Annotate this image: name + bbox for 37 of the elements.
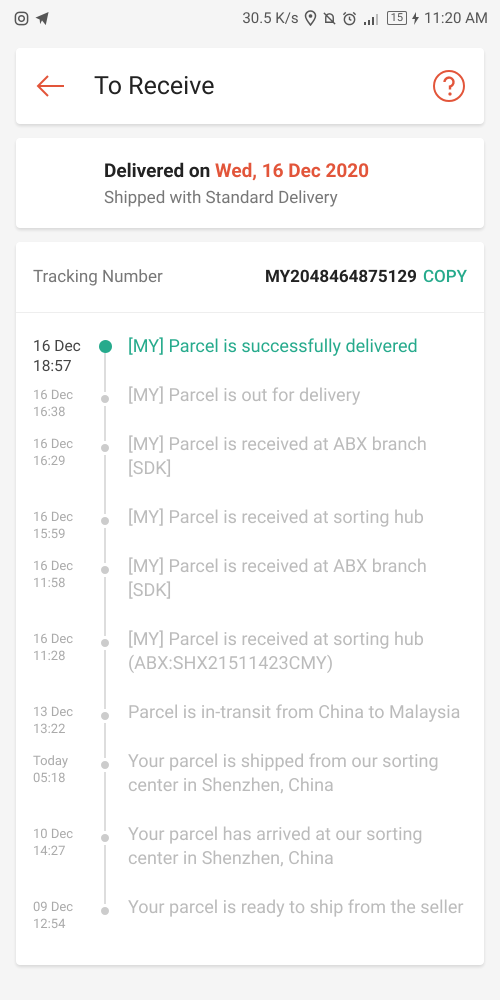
event-description: [MY] Parcel is received at sorting hub (ABX:SHX21511423CMY) — [128, 628, 425, 676]
event-timestamp: 16 Dec 18:57 — [33, 336, 82, 377]
alarm-icon — [342, 10, 357, 26]
page-title: To Receive — [94, 72, 216, 100]
event-description: [MY] Parcel is received at ABX branch [SDK] — [128, 433, 428, 481]
battery-level: 15 — [386, 11, 408, 25]
camera-app-icon — [14, 10, 29, 26]
event-description: [MY] Parcel is received at sorting hub — [128, 506, 425, 530]
event-timestamp: 16 Dec 11:28 — [33, 631, 74, 666]
event-timestamp: 16 Dec 11:58 — [33, 558, 74, 593]
event-description: [MY] Parcel is out for delivery — [128, 384, 362, 408]
event-description: Parcel is in-transit from China to Malaysia — [128, 701, 462, 725]
event-timestamp: 16 Dec 16:29 — [33, 436, 74, 471]
paper-plane-icon — [34, 10, 50, 26]
event-timestamp: 16 Dec 16:38 — [33, 387, 74, 422]
event-description: Your parcel has arrived at our sorting center in Shenzhen, China — [128, 823, 424, 871]
event-description: [MY] Parcel is successfully delivered — [128, 335, 419, 359]
event-timestamp: 16 Dec 15:59 — [33, 509, 74, 544]
shipping-method: Shipped with Standard Delivery — [104, 188, 339, 208]
copy-button[interactable]: COPY — [416, 267, 467, 287]
network-speed: 30.5 K/s — [242, 9, 299, 27]
event-timestamp: 09 Dec 12:54 — [33, 899, 74, 934]
event-timestamp: 13 Dec 13:22 — [33, 704, 74, 739]
event-description: [MY] Parcel is received at ABX branch [SDK] — [128, 555, 428, 603]
help-icon — [432, 69, 466, 103]
tracking-label: Tracking Number — [33, 267, 164, 287]
mute-icon — [322, 10, 337, 26]
tracking-number: MY2048464875129 — [264, 267, 417, 287]
event-timestamp: 10 Dec 14:27 — [33, 826, 74, 861]
charging-icon — [412, 12, 420, 24]
delivery-status: Delivered on Wed, 16 Dec 2020 — [104, 158, 370, 182]
help-button[interactable] — [432, 69, 466, 103]
event-description: Your parcel is ready to ship from the seller — [128, 896, 465, 920]
event-description: Your parcel is shipped from our sorting center in Shenzhen, China — [128, 750, 440, 798]
clock-time: 11:20 AM — [424, 9, 488, 27]
location-icon — [304, 10, 317, 26]
event-timestamp: Today 05:18 — [33, 753, 70, 788]
